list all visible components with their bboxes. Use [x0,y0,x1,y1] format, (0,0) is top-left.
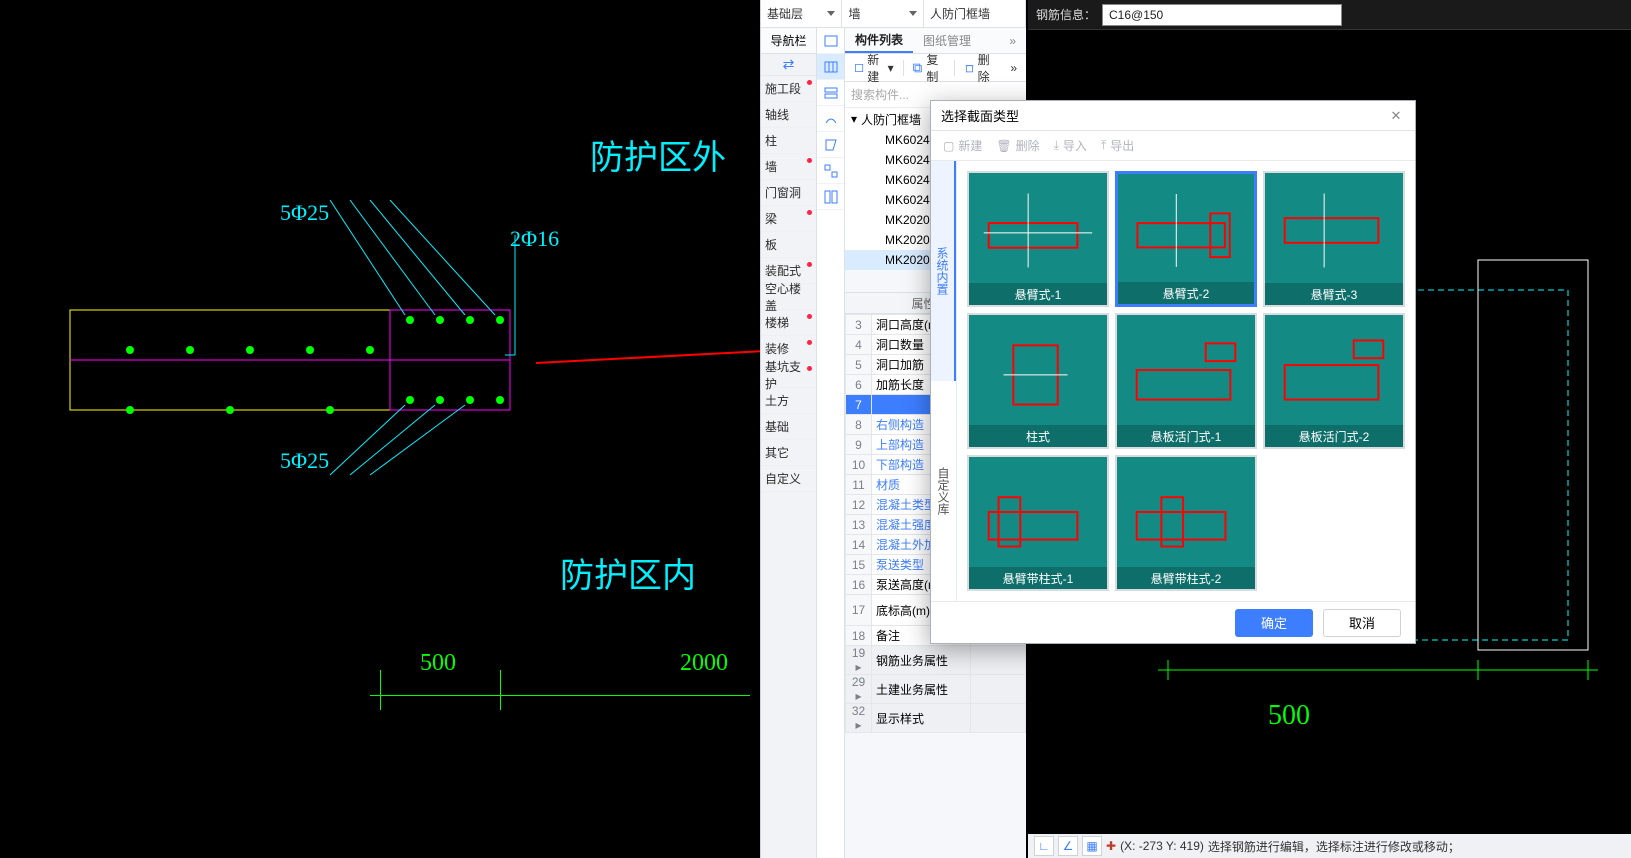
nav-item-5[interactable]: 梁 [761,206,816,232]
right-dim-500: 500 [1268,700,1310,732]
side-tab-system[interactable]: 系统内置 [931,161,956,381]
rebar-label: 钢筋信息： [1036,6,1096,23]
zone-label-in: 防护区内 [560,548,696,597]
status-coord: (X: -273 Y: 419) [1120,839,1204,853]
dim-500: 500 [420,650,456,677]
layout6-icon[interactable] [817,158,844,184]
status-msg: 选择钢筋进行编辑，选择标注进行修改或移动； [1208,838,1460,855]
type-dropdown[interactable]: 人防门框墙 [924,0,1026,27]
thumb-1[interactable]: 悬臂式-2 [1115,171,1257,307]
floor-dropdown[interactable]: 基础层 [761,0,842,27]
status-bar: ∟ ∠ ▦ ✚ (X: -273 Y: 419) 选择钢筋进行编辑，选择标注进行… [1028,834,1631,858]
side-tab-custom[interactable]: 自定义库 [931,381,956,601]
status-snap-icon[interactable]: ▦ [1082,836,1102,856]
rebar-input[interactable] [1102,4,1342,26]
ok-button[interactable]: 确定 [1235,609,1313,637]
section-type-dialog: 选择截面类型 ✕ ▢ 新建 🗑 删除 ⤓ 导入 ⤒ 导出 系统内置 自定义库 悬… [930,100,1416,644]
prop-row[interactable]: 29 ▸土建业务属性 [846,675,1026,704]
nav-item-15[interactable]: 自定义 [761,466,816,492]
nav-item-1[interactable]: 轴线 [761,102,816,128]
nav-item-12[interactable]: 土方 [761,388,816,414]
category-dropdown[interactable]: 墙 [842,0,923,27]
layout7-icon[interactable] [817,184,844,210]
thumb-5[interactable]: 悬板活门式-2 [1263,313,1405,449]
layout3-icon[interactable] [817,80,844,106]
nav-item-11[interactable]: 基坑支护 [761,362,816,388]
cancel-button[interactable]: 取消 [1323,609,1401,637]
chevron-down-icon [827,11,835,16]
section-drawing-icon [60,200,580,500]
status-angle-icon[interactable]: ∠ [1058,836,1078,856]
dlg-new[interactable]: ▢ 新建 [943,137,982,154]
dlg-export[interactable]: ⤒ 导出 [1101,137,1134,154]
layout4-icon[interactable] [817,106,844,132]
nav-item-9[interactable]: 楼梯 [761,310,816,336]
prop-row[interactable]: 32 ▸显示样式 [846,704,1026,733]
thumb-2[interactable]: 悬臂式-3 [1263,171,1405,307]
zone-label-out: 防护区外 [590,130,726,179]
dim-2000: 2000 [680,650,728,677]
delete-button[interactable]: 删除 [959,49,1002,87]
status-ortho-icon[interactable]: ∟ [1034,836,1054,856]
thumb-4[interactable]: 悬板活门式-1 [1115,313,1257,449]
new-button[interactable]: 新建▾ [849,49,899,87]
nav-item-8[interactable]: 空心楼盖 [761,284,816,310]
layout2-icon[interactable] [817,54,844,80]
layout5-icon[interactable] [817,132,844,158]
thumb-3[interactable]: 柱式 [967,313,1109,449]
thumb-6[interactable]: 悬臂带柱式-1 [967,455,1109,591]
dialog-toolbar: ▢ 新建 🗑 删除 ⤓ 导入 ⤒ 导出 [931,131,1415,161]
thumb-7[interactable]: 悬臂带柱式-2 [1115,455,1257,591]
layout1-icon[interactable] [817,28,844,54]
nav-item-3[interactable]: 墙 [761,154,816,180]
nav-item-14[interactable]: 其它 [761,440,816,466]
copy-button[interactable]: 复制 [907,49,950,87]
nav-item-4[interactable]: 门窗洞 [761,180,816,206]
nav-column: 导航栏 ⇄ 施工段轴线柱墙门窗洞梁板装配式空心楼盖楼梯装修基坑支护土方基础其它自… [761,28,817,858]
cad-viewport-left[interactable]: 防护区外 防护区内 5Φ25 2Φ16 5Φ25 500 2000 [0,0,760,858]
dialog-title: 选择截面类型 [941,106,1019,125]
close-icon[interactable]: ✕ [1387,107,1405,125]
dlg-import[interactable]: ⤓ 导入 [1054,137,1087,154]
nav-item-13[interactable]: 基础 [761,414,816,440]
nav-item-2[interactable]: 柱 [761,128,816,154]
nav-item-0[interactable]: 施工段 [761,76,816,102]
toolbar-more-icon[interactable]: » [1005,59,1022,77]
dlg-delete[interactable]: 🗑 删除 [996,137,1039,154]
nav-toggle-icon[interactable]: ⇄ [761,54,816,76]
icon-toolbar [817,28,845,858]
nav-item-6[interactable]: 板 [761,232,816,258]
thumb-0[interactable]: 悬臂式-1 [967,171,1109,307]
prop-row[interactable]: 19 ▸钢筋业务属性 [846,646,1026,675]
tab-more-icon[interactable]: » [999,28,1026,53]
nav-header: 导航栏 [761,28,816,54]
chevron-down-icon [909,11,917,16]
